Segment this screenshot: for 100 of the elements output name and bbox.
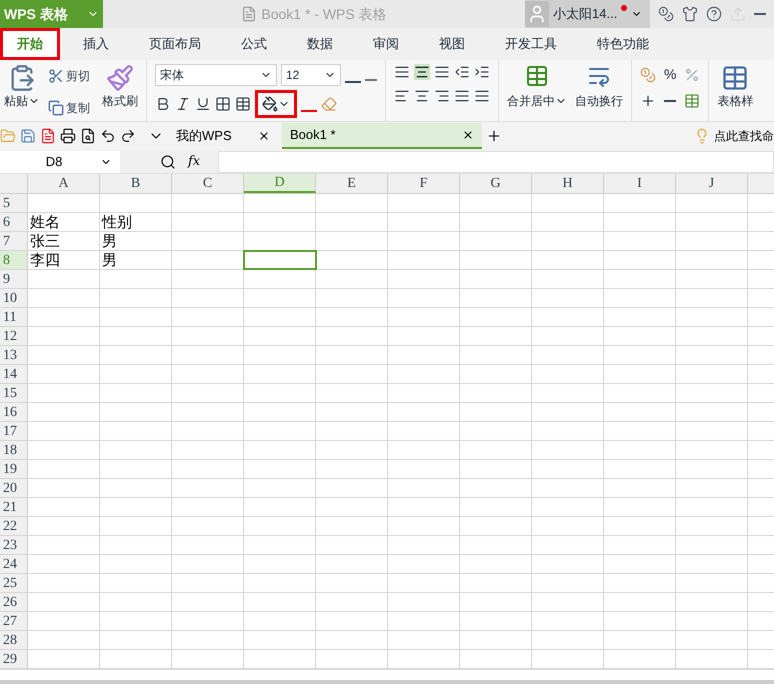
command-search-hint[interactable]: 点此查找命 (714, 127, 774, 145)
row-header[interactable]: 11 (0, 308, 28, 326)
row-header[interactable]: 7 (0, 232, 28, 250)
column-header[interactable]: D (244, 174, 316, 193)
row-header[interactable]: 10 (0, 289, 28, 307)
row-header[interactable]: 28 (0, 631, 28, 649)
ribbon-tab[interactable]: 公式 (224, 28, 284, 60)
cut-button[interactable]: 剪切 (44, 64, 94, 88)
ribbon-tab[interactable]: 页面布局 (132, 28, 218, 60)
window-title: Book1 * - WPS 表格 (261, 4, 387, 24)
column-header[interactable]: E (316, 174, 388, 193)
row-header[interactable]: 16 (0, 403, 28, 421)
row-header[interactable]: 17 (0, 422, 28, 440)
row-header[interactable]: 27 (0, 612, 28, 630)
align-right-icon (434, 88, 450, 104)
row-header[interactable]: 29 (0, 650, 28, 668)
help-icon (706, 6, 722, 22)
italic-icon (175, 96, 191, 112)
column-header[interactable]: J (676, 174, 748, 193)
row-header[interactable]: 22 (0, 517, 28, 535)
distribute-icon (474, 88, 490, 104)
cell-text: 李四 (30, 252, 60, 269)
align-middle-icon[interactable] (414, 64, 430, 80)
print-preview-icon (80, 128, 96, 144)
table-style-button[interactable]: 表格样 (709, 60, 762, 121)
copy-button[interactable]: 复制 (44, 96, 94, 120)
currency-icon (640, 66, 656, 82)
align-left-icon (394, 88, 410, 104)
font-size-dropdown[interactable]: 12 (281, 64, 341, 86)
cell-text: 男 (102, 233, 117, 250)
column-header[interactable]: A (28, 174, 100, 193)
wrap-text-button[interactable]: 自动换行 (575, 64, 623, 110)
eraser-icon (321, 96, 337, 112)
zoom-icon (160, 154, 176, 170)
ribbon-tab[interactable]: 开始 (0, 28, 60, 60)
row-header[interactable]: 20 (0, 479, 28, 497)
row-header[interactable]: 12 (0, 327, 28, 345)
cell-text: 性别 (102, 214, 132, 231)
align-top-icon (394, 64, 410, 80)
row-header[interactable]: 14 (0, 365, 28, 383)
ribbon-tab[interactable]: 插入 (66, 28, 126, 60)
merge-cells-icon (525, 64, 549, 88)
column-header[interactable]: I (604, 174, 676, 193)
undo-icon (100, 128, 116, 144)
selected-cell[interactable] (244, 251, 316, 269)
cell-text: 姓名 (30, 214, 60, 231)
percent-button[interactable]: % (664, 64, 676, 85)
formula-input[interactable] (218, 150, 774, 172)
row-header[interactable]: 9 (0, 270, 28, 288)
function-label[interactable]: fx (188, 152, 218, 172)
column-header[interactable]: H (532, 174, 604, 193)
row-header[interactable]: 21 (0, 498, 28, 516)
merge-center-button[interactable]: 合并居中 (507, 64, 567, 110)
close-icon[interactable] (462, 129, 474, 141)
align-center-icon (414, 88, 430, 104)
document-tab[interactable]: 我的WPS (168, 123, 278, 149)
row-header[interactable]: 15 (0, 384, 28, 402)
align-bottom-icon (434, 64, 450, 80)
justify-icon (454, 88, 470, 104)
horizontal-scrollbar[interactable] (0, 680, 774, 684)
paste-button[interactable]: 粘贴 (4, 64, 40, 110)
user-account-button[interactable]: 小太阳14... (525, 0, 650, 28)
column-header[interactable]: F (388, 174, 460, 193)
cell-text: 张三 (30, 233, 60, 250)
outdent-icon (454, 64, 470, 80)
shirt-icon (682, 6, 698, 22)
font-name-dropdown[interactable]: 宋体 (155, 64, 277, 86)
underline-icon (195, 96, 211, 112)
row-header[interactable]: 19 (0, 460, 28, 478)
close-icon[interactable] (258, 130, 270, 142)
cell-text: 男 (102, 252, 117, 269)
row-header[interactable]: 24 (0, 555, 28, 573)
row-header[interactable]: 5 (0, 194, 28, 212)
ribbon-tab[interactable]: 开发工具 (488, 28, 574, 60)
save-icon (20, 128, 36, 144)
column-header[interactable]: B (100, 174, 172, 193)
row-header[interactable]: 13 (0, 346, 28, 364)
row-header[interactable]: 25 (0, 574, 28, 592)
ribbon-tab[interactable]: 视图 (422, 28, 482, 60)
row-header[interactable]: 8 (0, 251, 28, 269)
row-header[interactable]: 23 (0, 536, 28, 554)
document-tab[interactable]: Book1 * (282, 123, 482, 149)
open-folder-icon (0, 128, 16, 144)
column-header[interactable]: G (460, 174, 532, 193)
ribbon-tab[interactable]: 数据 (290, 28, 350, 60)
ribbon-tab[interactable]: 特色功能 (580, 28, 666, 60)
cell-style-icon (235, 96, 251, 112)
table-style-icon (721, 64, 750, 92)
name-box[interactable]: D8 (0, 150, 120, 172)
row-header[interactable]: 6 (0, 213, 28, 231)
row-header[interactable]: 26 (0, 593, 28, 611)
pdf-icon (40, 128, 56, 144)
ribbon-tab[interactable]: 审阅 (356, 28, 416, 60)
redo-icon (120, 128, 136, 144)
document-icon (241, 6, 258, 22)
fill-color-button[interactable] (255, 90, 297, 118)
format-painter-button[interactable]: 格式刷 (98, 64, 142, 110)
row-header[interactable]: 18 (0, 441, 28, 459)
paintbrush-icon (106, 64, 134, 92)
borders-icon (215, 96, 231, 112)
